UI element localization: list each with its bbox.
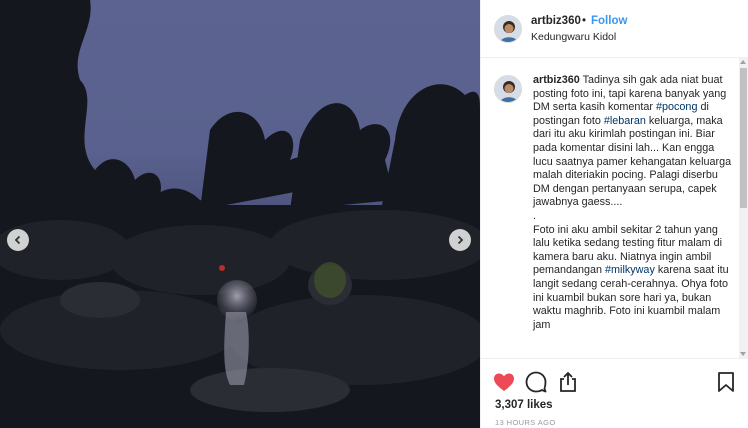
hashtag-link[interactable]: #pocong bbox=[656, 101, 697, 113]
hashtag-link[interactable]: #milkyway bbox=[605, 264, 655, 276]
follow-button[interactable]: Follow bbox=[591, 15, 627, 27]
post-panel: artbiz360 • Follow Kedungwaru Kidol artb… bbox=[480, 0, 748, 428]
comment-button[interactable] bbox=[524, 370, 548, 394]
post-header: artbiz360 • Follow Kedungwaru Kidol bbox=[481, 0, 748, 58]
next-photo-button[interactable] bbox=[449, 229, 471, 251]
comment-icon bbox=[525, 371, 547, 393]
separator-dot: • bbox=[582, 15, 587, 27]
likes-count[interactable]: 3,307 likes bbox=[495, 399, 553, 411]
caption-avatar[interactable] bbox=[494, 75, 522, 103]
caption-username[interactable]: artbiz360 bbox=[533, 74, 580, 86]
username-link[interactable]: artbiz360 bbox=[531, 15, 581, 27]
heart-icon bbox=[494, 373, 514, 391]
night-scene-image bbox=[0, 0, 480, 428]
caption-text: keluarga, maka dari itu aku kirimlah pos… bbox=[533, 114, 732, 277]
post-actions: 3,307 likes 13 HOURS AGO bbox=[481, 358, 748, 428]
post-timestamp[interactable]: 13 HOURS AGO bbox=[495, 418, 556, 427]
post-caption: artbiz360 Tadinya sih gak ada niat buat … bbox=[533, 74, 733, 332]
scroll-up-arrow-icon[interactable] bbox=[740, 60, 746, 64]
chevron-left-icon bbox=[14, 235, 21, 245]
share-button[interactable] bbox=[556, 370, 580, 394]
chevron-right-icon bbox=[457, 235, 464, 245]
hashtag-link[interactable]: #lebaran bbox=[604, 115, 646, 127]
bookmark-icon bbox=[718, 372, 734, 392]
scroll-thumb[interactable] bbox=[740, 68, 747, 208]
previous-photo-button[interactable] bbox=[7, 229, 29, 251]
comments-section: artbiz360 Tadinya sih gak ada niat buat … bbox=[481, 58, 748, 358]
avatar[interactable] bbox=[494, 15, 522, 43]
post-photo[interactable] bbox=[0, 0, 480, 428]
share-icon bbox=[560, 372, 576, 392]
scroll-down-arrow-icon[interactable] bbox=[740, 352, 746, 356]
avatar-image bbox=[495, 76, 521, 102]
save-button[interactable] bbox=[714, 370, 738, 394]
avatar-image bbox=[495, 16, 521, 42]
comments-scrollbar[interactable] bbox=[739, 58, 748, 358]
like-button[interactable] bbox=[492, 370, 516, 394]
location-link[interactable]: Kedungwaru Kidol bbox=[531, 31, 616, 43]
